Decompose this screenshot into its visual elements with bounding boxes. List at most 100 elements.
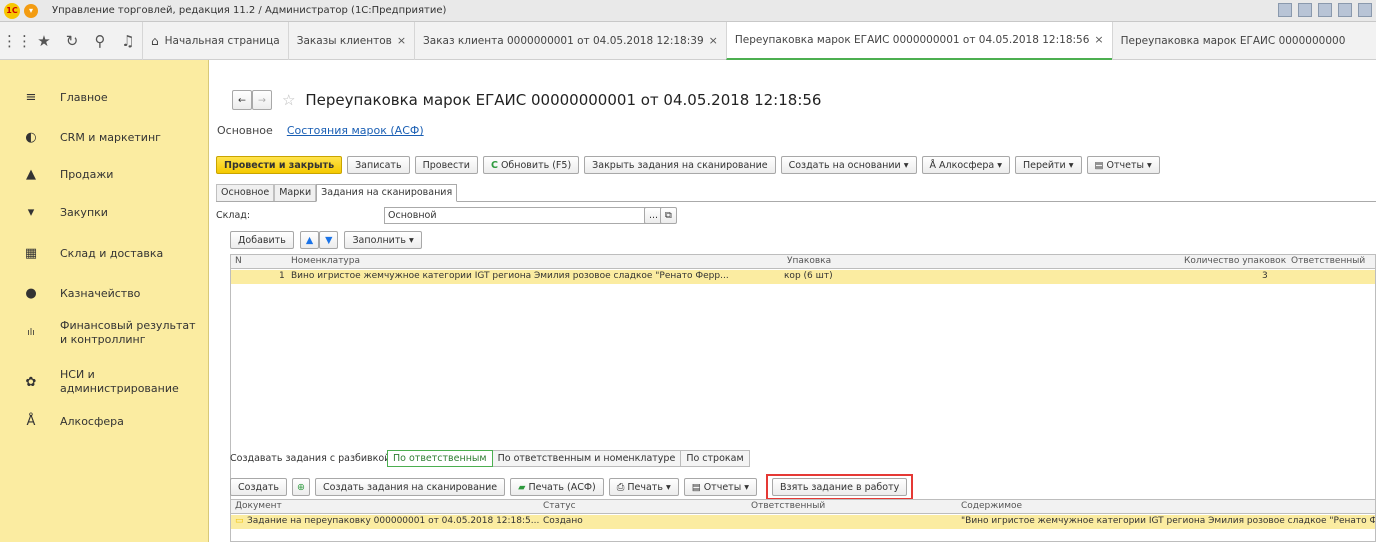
column-header-responsible[interactable]: Ответственный bbox=[1291, 256, 1365, 266]
favorites-star-icon[interactable]: ★ bbox=[30, 32, 58, 50]
treasury-icon: ● bbox=[25, 286, 37, 301]
tab-orders[interactable]: Заказы клиентов × bbox=[287, 21, 414, 60]
open-icon[interactable]: ⧉ bbox=[660, 207, 677, 224]
home-icon: ⌂ bbox=[151, 33, 159, 48]
tab-scan-tasks[interactable]: Задания на сканирования bbox=[316, 184, 458, 202]
tab-home[interactable]: ⌂ Начальная страница bbox=[142, 21, 288, 60]
split-by-responsible[interactable]: По ответственным bbox=[387, 450, 493, 467]
split-by-responsible-nomenclature[interactable]: По ответственным и номенклатуре bbox=[492, 450, 682, 467]
move-up-icon[interactable]: ▲ bbox=[299, 231, 320, 249]
column-header-nomenclature[interactable]: Номенклатура bbox=[291, 256, 360, 266]
sidebar-item-treasury[interactable]: ● Казначейство bbox=[0, 286, 140, 301]
crm-icon: ◐ bbox=[25, 130, 37, 145]
apps-grid-icon[interactable]: ⋮⋮ bbox=[2, 32, 32, 50]
save-button[interactable]: Записать bbox=[347, 156, 410, 174]
fill-button[interactable]: Заполнить ▾ bbox=[344, 231, 422, 249]
chart-icon: ılı bbox=[27, 328, 35, 338]
column-header-status[interactable]: Статус bbox=[543, 501, 576, 511]
tab-repack-2[interactable]: Переупаковка марок ЕГАИС 0000000000 bbox=[1111, 21, 1376, 60]
create-button[interactable]: Создать bbox=[230, 478, 288, 496]
print-button[interactable]: ⎙ Печать ▾ bbox=[608, 478, 679, 496]
nav-main[interactable]: Основное bbox=[217, 124, 273, 137]
alcosphere-button[interactable]: Å Алкосфера ▾ bbox=[921, 156, 1010, 174]
back-button[interactable]: ← bbox=[232, 90, 252, 110]
add-button[interactable]: Добавить bbox=[230, 231, 294, 249]
column-header-content[interactable]: Содержимое bbox=[961, 501, 1022, 511]
close-scan-tasks-button[interactable]: Закрыть задания на сканирование bbox=[584, 156, 776, 174]
tabs-bar: ⋮⋮ ★ ↻ ⚲ ♫ ⌂ Начальная страница Заказы к… bbox=[0, 21, 1376, 60]
sidebar-item-label: Казначейство bbox=[60, 287, 141, 300]
main-toolbar: Провести и закрыть Записать Провести C Об… bbox=[216, 156, 1160, 174]
window-toolbar bbox=[1278, 3, 1372, 17]
take-task-button[interactable]: Взять задание в работу bbox=[772, 478, 908, 496]
refresh-button[interactable]: C Обновить (F5) bbox=[482, 156, 580, 174]
sidebar-item-purchases[interactable]: ▾ Закупки bbox=[0, 205, 108, 220]
alcosphere-icon: Å bbox=[929, 159, 937, 171]
split-by-rows[interactable]: По строкам bbox=[681, 450, 750, 467]
tasks-reports-label: Отчеты bbox=[703, 481, 742, 493]
sidebar-item-alcosphere[interactable]: Å Алкосфера bbox=[0, 414, 124, 429]
close-icon[interactable]: × bbox=[709, 34, 718, 47]
upload-icon[interactable] bbox=[1338, 3, 1352, 17]
post-button[interactable]: Провести bbox=[414, 156, 478, 174]
warehouse-label: Склад: bbox=[216, 210, 251, 221]
column-header-package[interactable]: Упаковка bbox=[787, 256, 831, 266]
warehouse-field[interactable]: Основной bbox=[384, 207, 656, 224]
column-header-qty[interactable]: Количество упаковок bbox=[1184, 256, 1286, 266]
tasks-reports-button[interactable]: ▤ Отчеты ▾ bbox=[683, 478, 757, 496]
sidebar-item-label: Закупки bbox=[60, 206, 108, 219]
report-icon: ▤ bbox=[1094, 159, 1104, 171]
create-based-on-button[interactable]: Создать на основании ▾ bbox=[780, 156, 917, 174]
chevron-down-icon: ▾ bbox=[903, 159, 909, 171]
cell-content: "Вино игристое жемчужное категории IGT р… bbox=[961, 516, 1375, 526]
sidebar-item-label: Склад и доставка bbox=[60, 247, 164, 260]
chevron-down-icon: ▾ bbox=[1068, 159, 1074, 171]
nav-marks-states-link[interactable]: Состояния марок (АСФ) bbox=[287, 124, 424, 137]
search-icon[interactable]: ⚲ bbox=[86, 32, 114, 50]
preview-icon[interactable] bbox=[1318, 3, 1332, 17]
bell-icon[interactable]: ♫ bbox=[114, 32, 142, 50]
tasks-table-header: Документ Статус Ответственный Содержимое bbox=[230, 499, 1376, 514]
table-header: N Номенклатура Упаковка Количество упако… bbox=[230, 254, 1376, 269]
save-icon[interactable] bbox=[1278, 3, 1292, 17]
sidebar-item-label: CRM и маркетинг bbox=[60, 131, 161, 144]
close-icon[interactable]: × bbox=[1094, 33, 1103, 46]
sidebar-item-crm[interactable]: ◐ CRM и маркетинг bbox=[0, 130, 161, 145]
tab-repack-active[interactable]: Переупаковка марок ЕГАИС 0000000001 от 0… bbox=[725, 21, 1112, 60]
print-icon[interactable] bbox=[1298, 3, 1312, 17]
sidebar-item-label: Алкосфера bbox=[60, 415, 124, 428]
history-icon[interactable]: ↻ bbox=[58, 32, 86, 50]
table-row[interactable]: 1 Вино игристое жемчужное категории IGT … bbox=[231, 270, 1375, 284]
print-asf-button[interactable]: ▰ Печать (АСФ) bbox=[510, 478, 604, 496]
column-header-responsible[interactable]: Ответственный bbox=[751, 501, 825, 511]
sidebar-item-label: НСИ и администрирование bbox=[60, 368, 179, 395]
close-icon[interactable]: × bbox=[397, 34, 406, 47]
tasks-table-row[interactable]: ▭ Задание на переупаковку 000000001 от 0… bbox=[231, 515, 1375, 529]
sidebar-item-admin[interactable]: ✿ НСИ и администрирование bbox=[0, 368, 200, 396]
sidebar-item-finance[interactable]: ılı Финансовый результат и контроллинг bbox=[0, 319, 200, 347]
favorite-star-icon[interactable]: ☆ bbox=[282, 91, 295, 109]
tab-marks[interactable]: Марки bbox=[274, 184, 317, 201]
column-header-document[interactable]: Документ bbox=[235, 501, 282, 511]
sidebar-item-warehouse[interactable]: ▦ Склад и доставка bbox=[0, 246, 163, 261]
reports-button[interactable]: ▤ Отчеты ▾ bbox=[1086, 156, 1160, 174]
post-and-close-button[interactable]: Провести и закрыть bbox=[216, 156, 343, 174]
tab-main[interactable]: Основное bbox=[216, 184, 275, 201]
main-menu-icon[interactable]: ▾ bbox=[24, 3, 38, 18]
create-scan-tasks-button[interactable]: Создать задания на сканирование bbox=[315, 478, 506, 496]
sidebar-item-main[interactable]: ≡ Главное bbox=[0, 90, 108, 105]
calc-icon[interactable] bbox=[1358, 3, 1372, 17]
forward-button[interactable]: → bbox=[251, 90, 272, 110]
create-basis-label: Создать на основании bbox=[788, 159, 901, 171]
add-copy-icon[interactable]: ⊕ bbox=[292, 478, 310, 496]
sidebar-item-sales[interactable]: ▲ Продажи bbox=[0, 167, 113, 182]
inner-tabs: Основное Марки Задания на сканирования bbox=[216, 184, 1376, 202]
refresh-label: Обновить (F5) bbox=[500, 159, 572, 171]
move-down-icon[interactable]: ▼ bbox=[319, 231, 339, 249]
tasks-toolbar: Создать ⊕ Создать задания на сканировани… bbox=[230, 474, 914, 500]
cell-n: 1 bbox=[279, 271, 285, 281]
cell-qty: 3 bbox=[1262, 271, 1268, 281]
tab-order[interactable]: Заказ клиента 0000000001 от 04.05.2018 1… bbox=[414, 21, 726, 60]
column-header-n[interactable]: N bbox=[235, 256, 242, 266]
goto-button[interactable]: Перейти ▾ bbox=[1014, 156, 1082, 174]
